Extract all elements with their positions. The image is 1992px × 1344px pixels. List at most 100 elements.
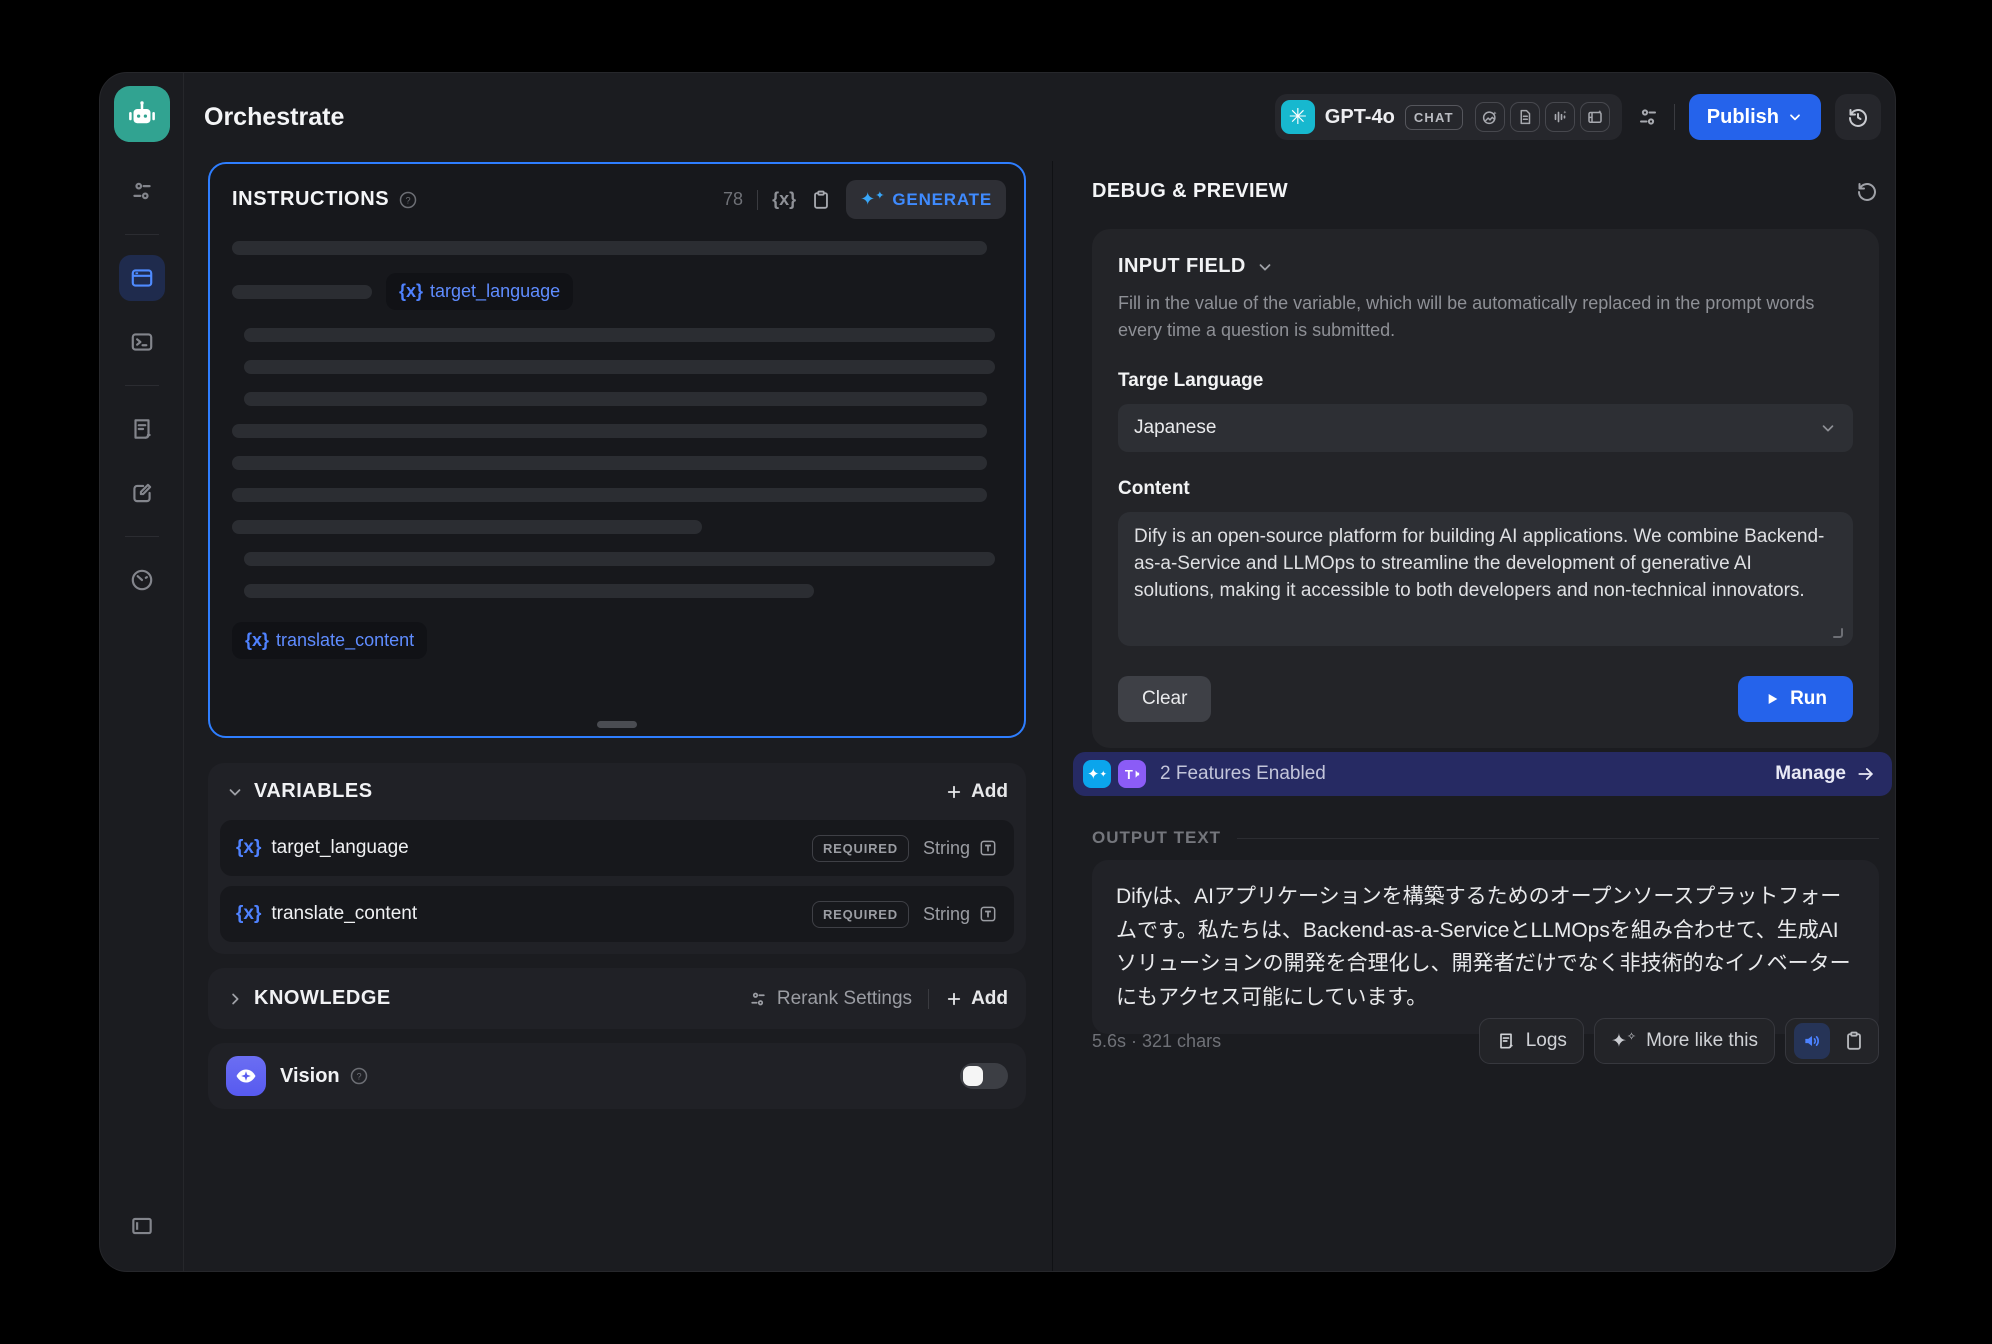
output-meta: 5.6s · 321 chars: [1092, 1031, 1221, 1064]
prompt-skeleton-line: [232, 456, 987, 470]
prompt-skeleton-line: [244, 360, 995, 374]
model-capabilities: [1475, 102, 1610, 132]
page-title: Orchestrate: [204, 103, 344, 132]
sidebar-divider: [125, 536, 159, 537]
resize-handle[interactable]: [597, 721, 637, 728]
prompt-skeleton-line: [232, 285, 372, 299]
variables-section: VARIABLES Add {x} target_language: [208, 763, 1026, 954]
required-badge: REQUIRED: [812, 835, 909, 862]
publish-button[interactable]: Publish: [1689, 94, 1821, 140]
char-count: 78: [723, 189, 743, 210]
sidebar-item-monitoring-gauge-icon[interactable]: [119, 557, 165, 603]
topbar-divider: [1674, 104, 1675, 130]
variable-row[interactable]: {x} translate_content REQUIRED String: [220, 886, 1014, 942]
collapse-sidebar-icon[interactable]: [119, 1203, 165, 1249]
conversation-opener-feature-icon: ✦✦: [1083, 760, 1111, 788]
insert-variable-icon[interactable]: {x}: [772, 189, 796, 210]
input-field-description: Fill in the value of the variable, which…: [1118, 290, 1853, 344]
variable-chip-target-language[interactable]: {x}target_language: [386, 273, 573, 310]
vision-title: Vision: [280, 1065, 340, 1088]
help-icon[interactable]: ?: [349, 1066, 369, 1086]
features-enabled-bar[interactable]: ✦✦ T🕨 2 Features Enabled Manage: [1073, 752, 1892, 796]
openai-logo-icon: ✳: [1281, 100, 1315, 134]
video-capability-icon: [1580, 102, 1610, 132]
string-type-icon: [978, 838, 998, 858]
prompt-skeleton-line: [232, 241, 987, 255]
add-variable-button[interactable]: Add: [945, 781, 1008, 803]
prompt-skeleton-line: [232, 488, 987, 502]
logs-icon: [1496, 1031, 1516, 1051]
instructions-panel[interactable]: INSTRUCTIONS ? 78 {x} ✦✦: [208, 162, 1026, 738]
content-label: Content: [1118, 478, 1853, 500]
run-button[interactable]: Run: [1738, 676, 1853, 722]
copy-output-icon[interactable]: [1838, 1030, 1870, 1052]
vision-section: Vision ?: [208, 1043, 1026, 1109]
variable-type: String: [923, 904, 970, 925]
chevron-down-icon: [1819, 419, 1837, 437]
prompt-skeleton-line: [244, 392, 987, 406]
audio-capability-icon: [1545, 102, 1575, 132]
target-language-select[interactable]: Japanese: [1118, 404, 1853, 452]
audio-clipboard-group: [1785, 1018, 1879, 1064]
arrow-right-icon: [1856, 764, 1876, 784]
rerank-settings-button[interactable]: Rerank Settings: [748, 988, 912, 1010]
sidebar-item-annotation-edit-icon[interactable]: [119, 470, 165, 516]
help-icon[interactable]: ?: [398, 190, 418, 210]
variable-chip-translate-content[interactable]: {x}translate_content: [232, 622, 427, 659]
speaker-icon[interactable]: [1794, 1023, 1830, 1059]
copy-clipboard-icon[interactable]: [810, 189, 832, 211]
document-capability-icon: [1510, 102, 1540, 132]
variable-row[interactable]: {x} target_language REQUIRED String: [220, 820, 1014, 876]
content-textarea[interactable]: Dify is an open-source platform for buil…: [1118, 512, 1853, 646]
more-like-this-button[interactable]: ✦✧ More like this: [1594, 1018, 1775, 1064]
output-rule: [1237, 838, 1879, 839]
input-field-card: INPUT FIELD Fill in the value of the var…: [1092, 229, 1879, 748]
variable-icon: {x}: [236, 903, 261, 925]
sidebar-item-logs-icon[interactable]: [119, 406, 165, 452]
resize-grip-icon[interactable]: [1831, 626, 1845, 640]
restart-icon[interactable]: [1855, 179, 1879, 203]
play-icon: [1764, 691, 1780, 707]
orchestrate-pane: INSTRUCTIONS ? 78 {x} ✦✦: [184, 161, 1052, 1271]
prompt-skeleton-line: [232, 520, 702, 534]
history-icon: [1846, 105, 1870, 129]
divider: [757, 190, 758, 210]
model-selector[interactable]: ✳ GPT-4o CHAT: [1275, 94, 1622, 140]
logs-button[interactable]: Logs: [1479, 1018, 1584, 1064]
model-parameters-icon[interactable]: [1636, 105, 1660, 129]
top-bar: Orchestrate ✳ GPT-4o CHAT: [184, 73, 1895, 161]
app-logo-robot-icon[interactable]: [114, 86, 170, 142]
app-window: Orchestrate ✳ GPT-4o CHAT: [99, 72, 1896, 1272]
svg-text:?: ?: [356, 1071, 361, 1081]
sidebar-item-settings-sliders-icon[interactable]: [119, 168, 165, 214]
svg-text:?: ?: [406, 195, 411, 205]
variables-title: VARIABLES: [254, 780, 373, 803]
manage-features-button[interactable]: Manage: [1775, 763, 1876, 785]
version-history-button[interactable]: [1835, 94, 1881, 140]
clear-button[interactable]: Clear: [1118, 676, 1211, 722]
chevron-down-icon[interactable]: [1256, 258, 1274, 276]
sidebar-item-terminal-icon[interactable]: [119, 319, 165, 365]
input-field-title: INPUT FIELD: [1118, 255, 1246, 278]
vision-toggle[interactable]: [960, 1063, 1008, 1089]
sidebar-item-orchestrate-window-icon[interactable]: [119, 255, 165, 301]
vision-capability-icon: [1475, 102, 1505, 132]
add-knowledge-button[interactable]: Add: [945, 988, 1008, 1010]
sidebar: [100, 73, 184, 1271]
model-name: GPT-4o: [1325, 106, 1395, 129]
knowledge-title: KNOWLEDGE: [254, 987, 391, 1010]
variable-icon: {x}: [236, 837, 261, 859]
chevron-down-icon: [1787, 109, 1803, 125]
prompt-editor[interactable]: {x}target_language {x}translate_content: [210, 233, 1024, 659]
target-language-label: Targe Language: [1118, 370, 1853, 392]
instructions-title: INSTRUCTIONS: [232, 188, 389, 211]
chevron-down-icon[interactable]: [226, 783, 244, 801]
chevron-right-icon[interactable]: [226, 990, 244, 1008]
plus-icon: [945, 783, 963, 801]
prompt-skeleton-line: [244, 584, 814, 598]
generate-button[interactable]: ✦✦ GENERATE: [846, 180, 1006, 219]
rerank-sliders-icon: [748, 989, 768, 1009]
output-text-card: Difyは、AIアプリケーションを構築するためのオープンソースプラットフォームで…: [1092, 860, 1879, 1034]
sidebar-divider: [125, 234, 159, 235]
variable-type: String: [923, 838, 970, 859]
